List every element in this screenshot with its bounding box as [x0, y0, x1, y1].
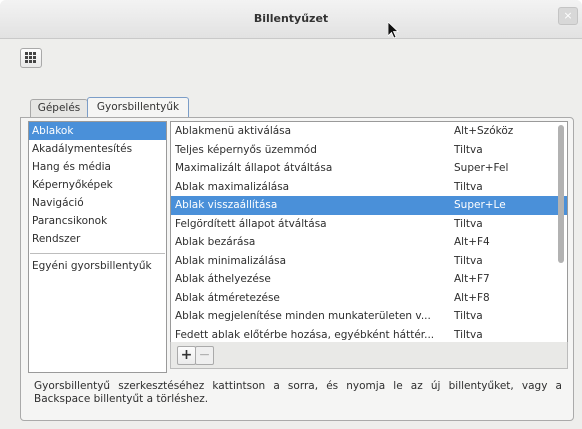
- shortcut-key: Tiltva: [454, 180, 483, 193]
- shortcut-key: Super+Le: [454, 199, 506, 211]
- category-list: Ablakok Akadálymentesítés Hang és média …: [28, 121, 167, 373]
- category-divider: [30, 253, 165, 254]
- shortcut-action: Fedett ablak előtérbe hozása, egyébként …: [175, 328, 435, 341]
- shortcut-key: Tiltva: [454, 143, 483, 156]
- shortcut-key: Tiltva: [454, 328, 483, 341]
- shortcut-row[interactable]: Teljes képernyős üzemmód Tiltva: [171, 141, 567, 160]
- shortcut-key: Tiltva: [454, 254, 483, 267]
- title-bar[interactable]: Billentyűzet ×: [0, 0, 582, 39]
- shortcut-key: Tiltva: [454, 217, 483, 230]
- shortcut-row[interactable]: Ablak minimalizálása Tiltva: [171, 252, 567, 271]
- shortcut-row[interactable]: Fedett ablak előtérbe hozása, egyébként …: [171, 326, 567, 343]
- shortcut-action: Ablak megjelenítése minden munkaterülete…: [175, 310, 431, 322]
- category-item-screenshots[interactable]: Képernyőképek: [29, 176, 166, 194]
- add-shortcut-button[interactable]: +: [177, 346, 196, 365]
- close-icon: ×: [563, 9, 573, 22]
- category-item-windows[interactable]: Ablakok: [29, 122, 166, 140]
- shortcut-key: Super+Fel: [454, 162, 509, 174]
- shortcut-row[interactable]: Ablak megjelenítése minden munkaterülete…: [171, 307, 567, 326]
- shortcut-row[interactable]: Ablak áthelyezése Alt+F7: [171, 270, 567, 289]
- shortcut-row-selected[interactable]: Ablak visszaállítása Super+Le: [171, 196, 567, 215]
- tab-typing[interactable]: Gépelés: [30, 99, 88, 117]
- shortcut-action: Ablakmenü aktiválása: [175, 125, 292, 137]
- shortcut-row[interactable]: Ablak átméretezése Alt+F8: [171, 289, 567, 308]
- keyboard-window: Billentyűzet × Gépelés Gyorsbillentyűk A…: [0, 0, 582, 429]
- window-title: Billentyűzet: [253, 12, 329, 25]
- shortcut-action: Felgördített állapot átváltása: [175, 217, 327, 230]
- category-item-accessibility[interactable]: Akadálymentesítés: [29, 140, 166, 158]
- shortcut-row[interactable]: Felgördített állapot átváltása Tiltva: [171, 215, 567, 234]
- shortcut-key: Tiltva: [454, 310, 483, 322]
- category-item-launchers[interactable]: Parancsikonok: [29, 212, 166, 230]
- app-menu-button[interactable]: [20, 48, 42, 68]
- category-item-custom[interactable]: Egyéni gyorsbillentyűk: [29, 257, 166, 275]
- shortcut-key: Alt+F4: [454, 236, 490, 248]
- shortcut-row[interactable]: Ablakmenü aktiválása Alt+Szóköz: [171, 122, 567, 141]
- vertical-scrollbar[interactable]: [558, 125, 564, 263]
- close-button[interactable]: ×: [558, 7, 578, 25]
- minus-icon: −: [198, 347, 211, 363]
- shortcut-action: Ablak visszaállítása: [175, 199, 278, 211]
- shortcut-action: Ablak áthelyezése: [175, 273, 271, 285]
- plus-icon: +: [180, 347, 193, 363]
- shortcut-key: Alt+F8: [454, 291, 490, 304]
- shortcut-key: Alt+F7: [454, 273, 490, 285]
- shortcut-row[interactable]: Ablak bezárása Alt+F4: [171, 233, 567, 252]
- remove-shortcut-button[interactable]: −: [195, 346, 214, 365]
- shortcut-action: Ablak átméretezése: [175, 291, 280, 304]
- category-item-sound-media[interactable]: Hang és média: [29, 158, 166, 176]
- tab-shortcuts[interactable]: Gyorsbillentyűk: [87, 97, 189, 119]
- shortcut-action: Ablak minimalizálása: [175, 254, 287, 267]
- category-item-system[interactable]: Rendszer: [29, 230, 166, 248]
- shortcut-action: Ablak bezárása: [175, 236, 256, 248]
- shortcut-list[interactable]: Ablakmenü aktiválása Alt+Szóköz Teljes ké…: [170, 121, 568, 343]
- shortcut-action: Ablak maximalizálása: [175, 180, 290, 193]
- shortcut-row[interactable]: Ablak maximalizálása Tiltva: [171, 178, 567, 197]
- mouse-pointer-icon: [387, 21, 400, 42]
- shortcut-key: Alt+Szóköz: [454, 125, 514, 137]
- category-item-navigation[interactable]: Navigáció: [29, 194, 166, 212]
- shortcut-row[interactable]: Maximalizált állapot átváltása Super+Fel: [171, 159, 567, 178]
- shortcut-action: Teljes képernyős üzemmód: [175, 143, 317, 156]
- grid-icon: [25, 52, 36, 63]
- list-toolbar: + −: [170, 342, 568, 369]
- shortcut-action: Maximalizált állapot átváltása: [175, 162, 333, 174]
- help-text: Gyorsbillentyű szerkesztéséhez kattintso…: [34, 380, 562, 405]
